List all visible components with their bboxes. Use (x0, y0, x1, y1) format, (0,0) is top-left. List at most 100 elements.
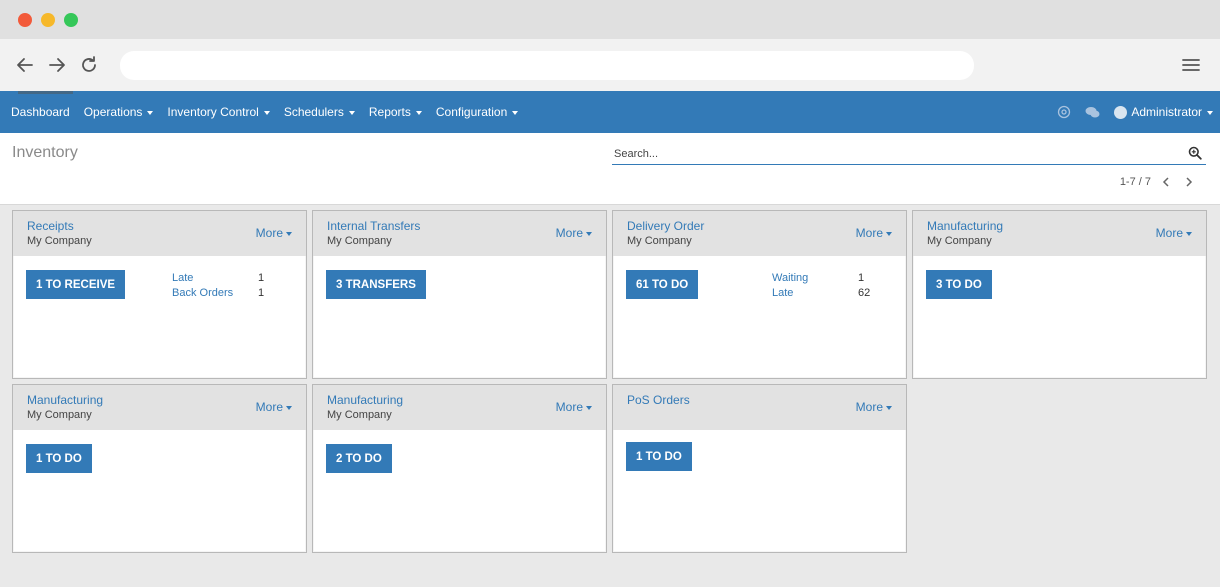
stat-link[interactable]: Late (772, 286, 793, 301)
stat-row: Waiting 1 (772, 271, 872, 286)
card-stats: Waiting 1 Late 62 (772, 271, 872, 301)
card-action-button[interactable]: 1 TO DO (626, 442, 692, 471)
search-input[interactable] (612, 145, 1182, 163)
menu-item-label: Operations (83, 105, 143, 119)
browser-toolbar (0, 39, 1220, 91)
menu-item-label: Reports (368, 105, 411, 119)
more-dropdown[interactable]: More (856, 226, 892, 240)
card-action-button[interactable]: 1 TO RECEIVE (26, 270, 126, 299)
more-label: More (1155, 226, 1183, 240)
search-icon[interactable] (1188, 146, 1202, 160)
card-action-button[interactable]: 3 TRANSFERS (326, 270, 426, 299)
at-mention-icon[interactable] (1057, 105, 1071, 119)
operation-type-card: Delivery Order My Company More 61 TO DO Wait… (612, 210, 907, 379)
card-company: My Company (327, 409, 392, 421)
more-dropdown[interactable]: More (256, 400, 292, 414)
menu-item-operations[interactable]: Operations (77, 91, 161, 133)
operation-type-card: Manufacturing My Company More 3 TO DO (912, 210, 1207, 379)
chat-icon[interactable] (1085, 106, 1100, 119)
more-dropdown[interactable]: More (556, 400, 592, 414)
card-title[interactable]: Receipts (27, 219, 74, 233)
stat-link[interactable]: Waiting (772, 271, 808, 286)
pager-next-icon[interactable] (1182, 175, 1196, 189)
browser-titlebar (0, 0, 1220, 39)
more-label: More (555, 226, 583, 240)
menu-item-label: Inventory Control (167, 105, 259, 119)
app-navbar: Dashboard Operations Inventory Control Sche… (0, 91, 1220, 133)
chevron-down-icon (1207, 110, 1213, 115)
stat-link[interactable]: Late (172, 271, 193, 286)
more-label: More (855, 400, 883, 414)
stat-link[interactable]: Back Orders (172, 286, 233, 301)
card-title[interactable]: Internal Transfers (327, 219, 420, 233)
chevron-down-icon (147, 110, 154, 115)
menu-item-label: Dashboard (11, 105, 70, 119)
card-company: My Company (927, 235, 992, 247)
more-label: More (555, 400, 583, 414)
pager-previous-icon[interactable] (1159, 175, 1173, 189)
more-dropdown[interactable]: More (1156, 226, 1192, 240)
operation-type-card: Receipts My Company More 1 TO RECEIVE Late 1 B… (12, 210, 307, 379)
card-header: PoS Orders More (613, 385, 906, 430)
address-bar[interactable] (120, 51, 974, 80)
forward-arrow-icon[interactable] (44, 52, 70, 78)
chevron-down-icon (886, 231, 892, 236)
more-dropdown[interactable]: More (256, 226, 292, 240)
menu-item-inventory-control[interactable]: Inventory Control (160, 91, 276, 133)
more-dropdown[interactable]: More (856, 400, 892, 414)
card-stats: Late 1 Back Orders 1 (172, 271, 272, 301)
maximize-window-button[interactable] (64, 13, 78, 27)
hamburger-menu-icon[interactable] (1178, 52, 1204, 78)
chevron-down-icon (512, 110, 519, 115)
navbar-right: Administrator (1057, 91, 1220, 133)
stat-row: Late 62 (772, 286, 872, 301)
card-company: My Company (327, 235, 392, 247)
card-header: Manufacturing My Company More (13, 385, 306, 430)
more-label: More (255, 226, 283, 240)
control-panel: Inventory 1-7 / 7 (0, 133, 1220, 205)
card-title[interactable]: Manufacturing (927, 219, 1003, 233)
chevron-down-icon (348, 110, 355, 115)
reload-icon[interactable] (76, 52, 102, 78)
main-menu: Dashboard Operations Inventory Control Sche… (0, 91, 525, 133)
card-company: My Company (627, 235, 692, 247)
operation-type-card: Manufacturing My Company More 1 TO DO (12, 384, 307, 553)
card-action-button[interactable]: 3 TO DO (926, 270, 992, 299)
operation-type-card: Internal Transfers My Company More 3 TRANSF… (312, 210, 607, 379)
back-arrow-icon[interactable] (12, 52, 38, 78)
card-company: My Company (27, 235, 92, 247)
chevron-down-icon (286, 231, 292, 236)
menu-item-label: Schedulers (283, 105, 344, 119)
menu-item-reports[interactable]: Reports (362, 91, 429, 133)
card-header: Receipts My Company More (13, 211, 306, 256)
stat-count: 1 (258, 287, 265, 299)
chevron-down-icon (586, 405, 592, 410)
stat-row: Back Orders 1 (172, 286, 272, 301)
menu-item-configuration[interactable]: Configuration (429, 91, 525, 133)
stat-count: 62 (858, 287, 871, 299)
card-header: Manufacturing My Company More (313, 385, 606, 430)
card-action-button[interactable]: 1 TO DO (26, 444, 92, 473)
user-menu[interactable]: Administrator (1114, 105, 1213, 119)
chevron-down-icon (415, 110, 422, 115)
user-name: Administrator (1131, 105, 1202, 119)
menu-item-schedulers[interactable]: Schedulers (277, 91, 362, 133)
chevron-down-icon (286, 405, 292, 410)
card-title[interactable]: PoS Orders (627, 393, 690, 407)
chevron-down-icon (263, 110, 270, 115)
more-dropdown[interactable]: More (556, 226, 592, 240)
menu-item-dashboard[interactable]: Dashboard (0, 91, 77, 133)
more-label: More (255, 400, 283, 414)
menu-item-label: Configuration (435, 105, 508, 119)
card-action-button[interactable]: 2 TO DO (326, 444, 392, 473)
card-company: My Company (27, 409, 92, 421)
minimize-window-button[interactable] (41, 13, 55, 27)
card-title[interactable]: Delivery Order (627, 219, 704, 233)
card-title[interactable]: Manufacturing (27, 393, 103, 407)
close-window-button[interactable] (18, 13, 32, 27)
card-header: Internal Transfers My Company More (313, 211, 606, 256)
card-title[interactable]: Manufacturing (327, 393, 403, 407)
card-header: Manufacturing My Company More (913, 211, 1206, 256)
card-action-button[interactable]: 61 TO DO (626, 270, 699, 299)
avatar (1114, 105, 1128, 119)
